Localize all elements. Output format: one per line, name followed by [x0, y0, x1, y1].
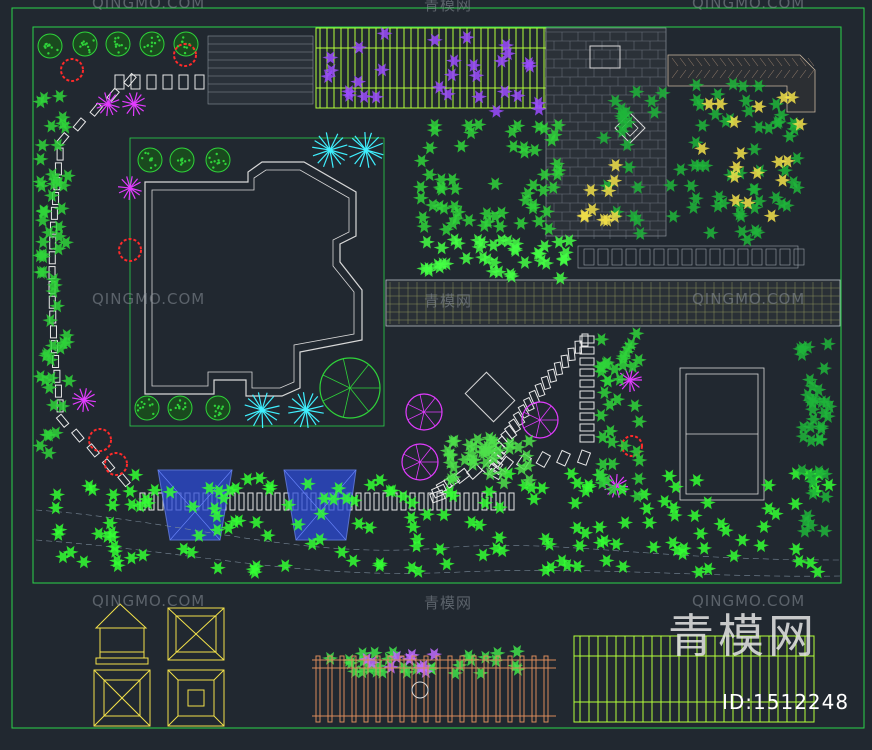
round-shrub [205, 147, 231, 173]
board-plank [256, 492, 263, 511]
round-shrub [134, 395, 160, 421]
round-shrub [167, 395, 193, 421]
cyan-ornamental-tree [244, 392, 280, 429]
stepping-stone [579, 412, 595, 421]
red-flower-shrub [104, 452, 128, 476]
watermark-latin: QINGMO.COM [692, 0, 806, 12]
board-plank [265, 492, 272, 511]
stepping-stone [70, 428, 85, 443]
stepping-stone [72, 117, 87, 132]
stepping-stone [579, 346, 595, 355]
stepping-stone [535, 450, 552, 469]
drawing-id: ID:1512248 [722, 690, 850, 714]
garden-groundcover [412, 118, 567, 236]
round-shrub [105, 31, 131, 57]
board-plank [418, 492, 425, 511]
board-plank [472, 492, 479, 511]
magenta-flowering-tree [521, 401, 559, 439]
red-flower-shrub [60, 58, 84, 82]
stepping-stone [567, 347, 576, 362]
board-plank [508, 492, 515, 511]
stepping-stone [162, 74, 173, 90]
pavilion-ceiling-plan-icon [167, 669, 225, 727]
stepping-stone [547, 368, 558, 383]
round-shrub [205, 395, 231, 421]
stepping-stone [579, 390, 595, 399]
round-shrub [169, 147, 195, 173]
cyan-ornamental-tree [348, 131, 384, 168]
stepping-stone [53, 369, 61, 383]
planting-layer [32, 27, 838, 680]
timber-deck-upper-left [207, 35, 314, 105]
stepping-stone [576, 449, 592, 466]
board-plank [247, 492, 254, 511]
board-plank [364, 492, 371, 511]
planter-strip [577, 245, 805, 269]
stepping-stone [553, 361, 564, 376]
watermark-latin: QINGMO.COM [92, 592, 206, 610]
stepping-stone [86, 443, 101, 458]
stepping-stone [178, 74, 189, 90]
watermark-cn: 青模网 [424, 292, 473, 310]
magenta-shrub [122, 92, 146, 117]
stepping-stone [579, 379, 595, 388]
board-plank [274, 492, 281, 511]
feature-canopy-tree [319, 357, 381, 419]
stepping-stone [55, 413, 70, 428]
watermark-cn: 青模网 [424, 594, 473, 612]
watermark-latin: QINGMO.COM [92, 290, 206, 308]
vertical-planting [592, 327, 648, 503]
stepping-stone [89, 102, 104, 117]
stepping-stone [579, 401, 595, 410]
stepping-stone [114, 74, 125, 90]
board-plank [238, 492, 245, 511]
climber-hedge [416, 233, 578, 285]
watermark-cn: 青模网 [424, 0, 473, 14]
stepping-stone [579, 434, 595, 443]
pavilion-elevation-icon [94, 603, 149, 665]
pavilion-base-plan-icon [93, 669, 151, 727]
watermark-latin: QINGMO.COM [692, 290, 806, 308]
stepping-stone [579, 357, 595, 366]
stepping-stone [556, 449, 571, 467]
stepping-stone [579, 423, 595, 432]
watermark-logo-text: 青模网 [668, 609, 818, 663]
building-footprint [129, 137, 385, 427]
board-plank [463, 492, 470, 511]
stepping-stone [146, 74, 157, 90]
round-shrub [72, 31, 98, 57]
magenta-flowering-tree [405, 393, 443, 431]
stepping-stone [49, 325, 57, 339]
stepping-stone [117, 472, 131, 488]
stepping-stone [101, 457, 116, 473]
board-plank [373, 492, 380, 511]
round-shrub [137, 147, 163, 173]
wisteria [320, 27, 547, 118]
board-plank [229, 492, 236, 511]
climbing-vine [32, 89, 77, 460]
pavilion-roof-plan-icon [167, 607, 225, 661]
round-shrub [139, 31, 165, 57]
magenta-flowering-tree [401, 443, 439, 481]
red-flower-shrub [88, 428, 112, 452]
watermark-latin: QINGMO.COM [92, 0, 206, 12]
hedge-planting [792, 337, 838, 538]
round-shrub [37, 33, 63, 59]
cyan-ornamental-tree [288, 392, 324, 428]
stepping-stone [194, 74, 205, 90]
stepping-stone [508, 418, 522, 434]
stepping-stone [560, 354, 570, 369]
stepping-stone [579, 368, 595, 377]
stepping-stone [48, 251, 56, 265]
magenta-shrub [72, 388, 96, 413]
